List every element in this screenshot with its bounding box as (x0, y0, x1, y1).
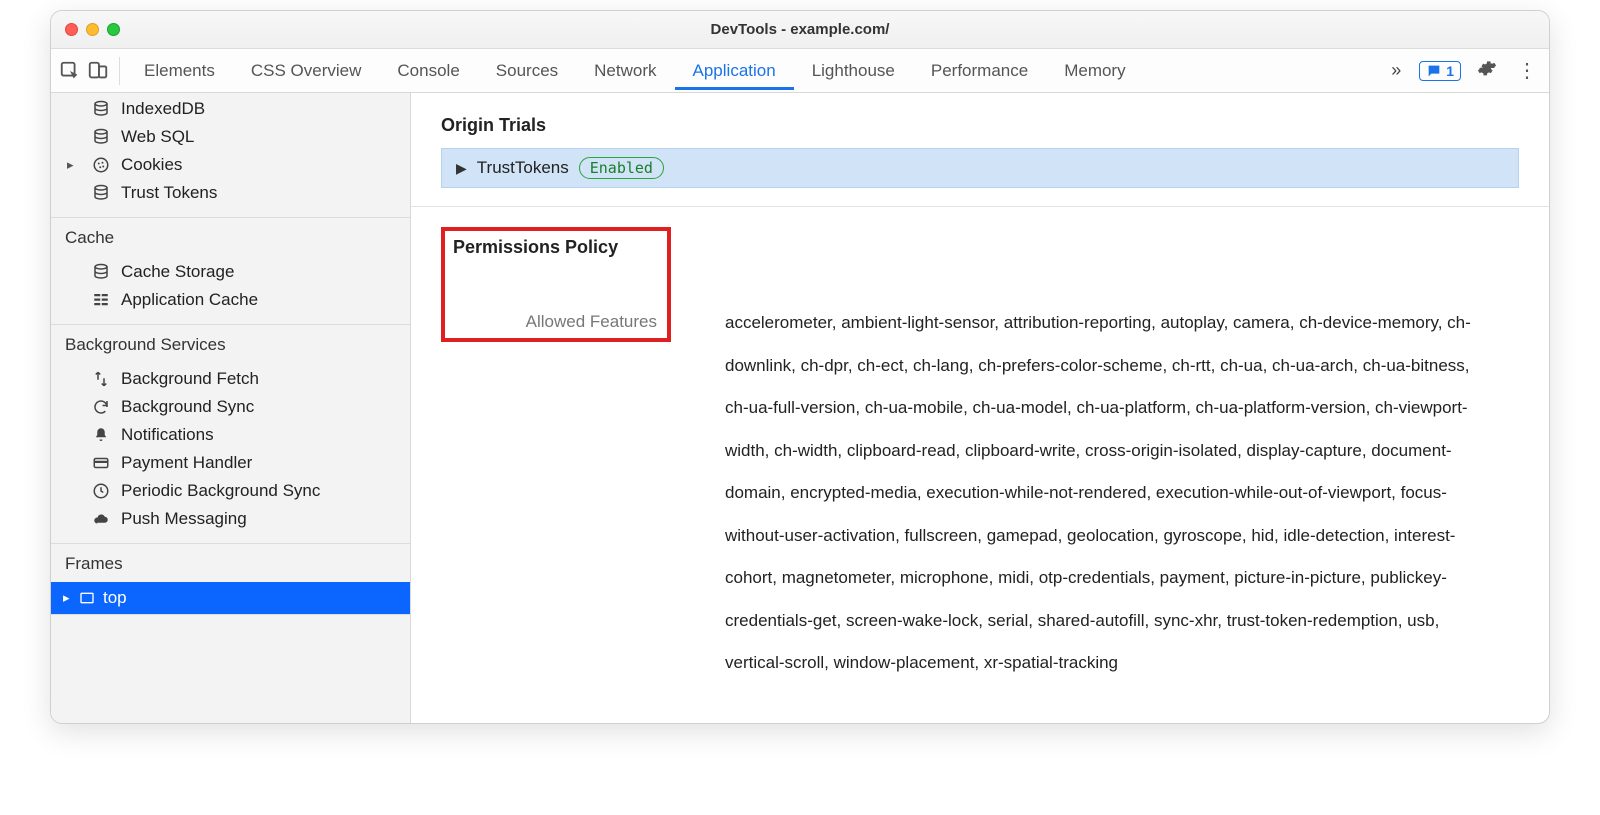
clock-icon (91, 482, 111, 500)
db-icon (91, 263, 111, 281)
trial-status-pill: Enabled (579, 157, 664, 179)
arrows-icon (91, 370, 111, 388)
sidebar-item-label: Cookies (121, 155, 182, 175)
sidebar-item-label: Push Messaging (121, 509, 247, 529)
sidebar-item-cache-storage[interactable]: Cache Storage (51, 258, 410, 286)
titlebar: DevTools - example.com/ (51, 11, 1549, 49)
sidebar-group-cache: Cache Cache Storage Application Cache (51, 218, 410, 325)
tab-network[interactable]: Network (576, 51, 674, 90)
group-header-frames: Frames (51, 544, 410, 582)
sidebar-item-background-sync[interactable]: Background Sync (51, 393, 410, 421)
sidebar-item-background-fetch[interactable]: Background Fetch (51, 365, 410, 393)
sidebar-item-label: Trust Tokens (121, 183, 217, 203)
cookie-icon (91, 156, 111, 174)
frames-top-item[interactable]: top (51, 582, 410, 614)
tab-sources[interactable]: Sources (478, 51, 576, 90)
sidebar-item-cookies[interactable]: Cookies (51, 151, 410, 179)
maximize-button[interactable] (107, 23, 120, 36)
tab-css-overview[interactable]: CSS Overview (233, 51, 380, 90)
frames-top-label: top (103, 588, 127, 608)
sidebar-item-label: IndexedDB (121, 99, 205, 119)
origin-trial-row[interactable]: ▶ TrustTokens Enabled (441, 148, 1519, 188)
sidebar-item-label: Cache Storage (121, 262, 234, 282)
trial-name: TrustTokens (477, 158, 569, 178)
grid-icon (91, 291, 111, 309)
permissions-policy-highlight: Permissions Policy Allowed Features (441, 227, 671, 342)
sidebar-item-label: Web SQL (121, 127, 194, 147)
sidebar-item-push-messaging[interactable]: Push Messaging (51, 505, 410, 533)
messages-count: 1 (1446, 63, 1454, 79)
device-toggle-icon[interactable] (87, 60, 109, 82)
group-header-cache: Cache (51, 218, 410, 256)
disclosure-triangle-icon[interactable]: ▶ (456, 160, 467, 177)
tab-memory[interactable]: Memory (1046, 51, 1143, 90)
sidebar-item-web-sql[interactable]: Web SQL (51, 123, 410, 151)
kebab-menu-icon[interactable]: ⋮ (1513, 61, 1541, 81)
tab-console[interactable]: Console (379, 51, 477, 90)
origin-trials-heading: Origin Trials (411, 93, 1549, 148)
inspect-element-icon[interactable] (59, 60, 81, 82)
window-title: DevTools - example.com/ (51, 21, 1549, 38)
minimize-button[interactable] (86, 23, 99, 36)
sidebar-item-label: Periodic Background Sync (121, 481, 320, 501)
db-icon (91, 100, 111, 118)
sidebar-item-payment-handler[interactable]: Payment Handler (51, 449, 410, 477)
tab-elements[interactable]: Elements (126, 51, 233, 90)
messages-badge[interactable]: 1 (1419, 61, 1461, 81)
tabstrip: ElementsCSS OverviewConsoleSourcesNetwor… (51, 49, 1549, 93)
sidebar-item-label: Application Cache (121, 290, 258, 310)
allowed-features-value: accelerometer, ambient-light-sensor, att… (695, 302, 1519, 685)
sidebar-item-label: Notifications (121, 425, 214, 445)
sidebar-item-periodic-background-sync[interactable]: Periodic Background Sync (51, 477, 410, 505)
sidebar-item-trust-tokens[interactable]: Trust Tokens (51, 179, 410, 207)
allowed-features-label: Allowed Features (526, 312, 657, 332)
more-tabs-icon[interactable]: » (1385, 60, 1407, 81)
sidebar-item-application-cache[interactable]: Application Cache (51, 286, 410, 314)
sidebar-group-storage: IndexedDB Web SQL Cookies Trust Tokens (51, 93, 410, 218)
traffic-lights (65, 23, 120, 36)
devtools-window: DevTools - example.com/ ElementsCSS Over… (50, 10, 1550, 724)
permissions-policy-section: Permissions Policy Allowed Features acce… (411, 207, 1549, 695)
close-button[interactable] (65, 23, 78, 36)
application-sidebar: IndexedDB Web SQL Cookies Trust Tokens Cach… (51, 93, 411, 723)
permissions-policy-heading: Permissions Policy (453, 237, 651, 258)
origin-trials-section: Origin Trials ▶ TrustTokens Enabled (411, 93, 1549, 207)
main-panel: Origin Trials ▶ TrustTokens Enabled Perm… (411, 93, 1549, 723)
sidebar-item-label: Background Fetch (121, 369, 259, 389)
db-icon (91, 184, 111, 202)
bell-icon (91, 426, 111, 444)
cloud-icon (91, 510, 111, 528)
tab-lighthouse[interactable]: Lighthouse (794, 51, 913, 90)
sidebar-item-label: Payment Handler (121, 453, 252, 473)
db-icon (91, 128, 111, 146)
sidebar-group-background-services: Background Services Background Fetch Back… (51, 325, 410, 544)
sidebar-item-label: Background Sync (121, 397, 254, 417)
sidebar-item-notifications[interactable]: Notifications (51, 421, 410, 449)
card-icon (91, 454, 111, 472)
tab-performance[interactable]: Performance (913, 51, 1046, 90)
sidebar-item-indexeddb[interactable]: IndexedDB (51, 95, 410, 123)
tab-application[interactable]: Application (675, 51, 794, 90)
sidebar-group-frames: Frames top (51, 544, 410, 615)
settings-icon[interactable] (1473, 58, 1501, 83)
sync-icon (91, 398, 111, 416)
group-header-bgservices: Background Services (51, 325, 410, 363)
